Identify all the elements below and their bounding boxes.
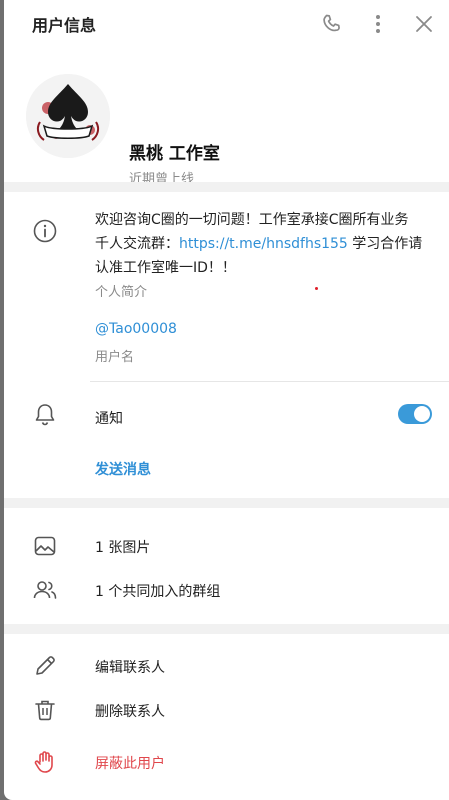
- panel-header: 用户信息: [4, 0, 449, 46]
- panel-title: 用户信息: [32, 16, 97, 35]
- toggle-knob: [414, 406, 430, 422]
- delete-contact-row[interactable]: 删除联系人: [4, 694, 449, 726]
- section-separator: [4, 498, 449, 508]
- send-message-button[interactable]: 发送消息: [95, 459, 151, 479]
- close-icon[interactable]: [412, 12, 436, 36]
- info-icon: [32, 218, 58, 244]
- edit-contact-row[interactable]: 编辑联系人: [4, 650, 449, 682]
- photos-row[interactable]: 1 张图片: [4, 530, 449, 562]
- section-separator: [4, 182, 449, 192]
- users-icon: [32, 577, 58, 603]
- profile-name: 黑桃 工作室: [129, 144, 220, 164]
- bell-icon: [32, 401, 58, 427]
- cursor-dot: [315, 287, 318, 290]
- pencil-icon: [32, 653, 58, 679]
- bio-text: 欢迎咨询C圈的一切问题！工作室承接C圈所有业务 千人交流群：https://t.…: [95, 208, 425, 280]
- user-info-panel: 用户信息 黑桃 工作室 近期曾上线 欢迎咨询C圈的一切问题！工作室承接C圈所有业…: [4, 0, 449, 800]
- profile-section: 黑桃 工作室 近期曾上线: [4, 46, 449, 187]
- username[interactable]: @Tao00008: [95, 321, 177, 337]
- more-vertical-icon[interactable]: [366, 12, 390, 36]
- notification-toggle[interactable]: [398, 404, 432, 424]
- photos-count: 1 张图片: [95, 540, 151, 556]
- group-link[interactable]: https://t.me/hnsdfhs155: [179, 236, 348, 252]
- block-user-row[interactable]: 屏蔽此用户: [4, 746, 449, 778]
- delete-contact-label: 删除联系人: [95, 704, 165, 720]
- hand-stop-icon: [32, 749, 58, 775]
- trash-icon: [32, 697, 58, 723]
- bio-label: 个人简介: [95, 285, 148, 300]
- divider: [90, 381, 449, 382]
- phone-icon[interactable]: [320, 12, 344, 36]
- groups-count: 1 个共同加入的群组: [95, 584, 221, 600]
- block-user-label: 屏蔽此用户: [95, 756, 165, 772]
- image-icon: [32, 533, 58, 559]
- section-separator: [4, 624, 449, 634]
- edit-contact-label: 编辑联系人: [95, 660, 165, 676]
- username-label: 用户名: [95, 350, 135, 365]
- notification-row[interactable]: 通知: [4, 396, 449, 436]
- notification-label: 通知: [95, 411, 123, 427]
- avatar[interactable]: [26, 74, 110, 158]
- groups-row[interactable]: 1 个共同加入的群组: [4, 574, 449, 606]
